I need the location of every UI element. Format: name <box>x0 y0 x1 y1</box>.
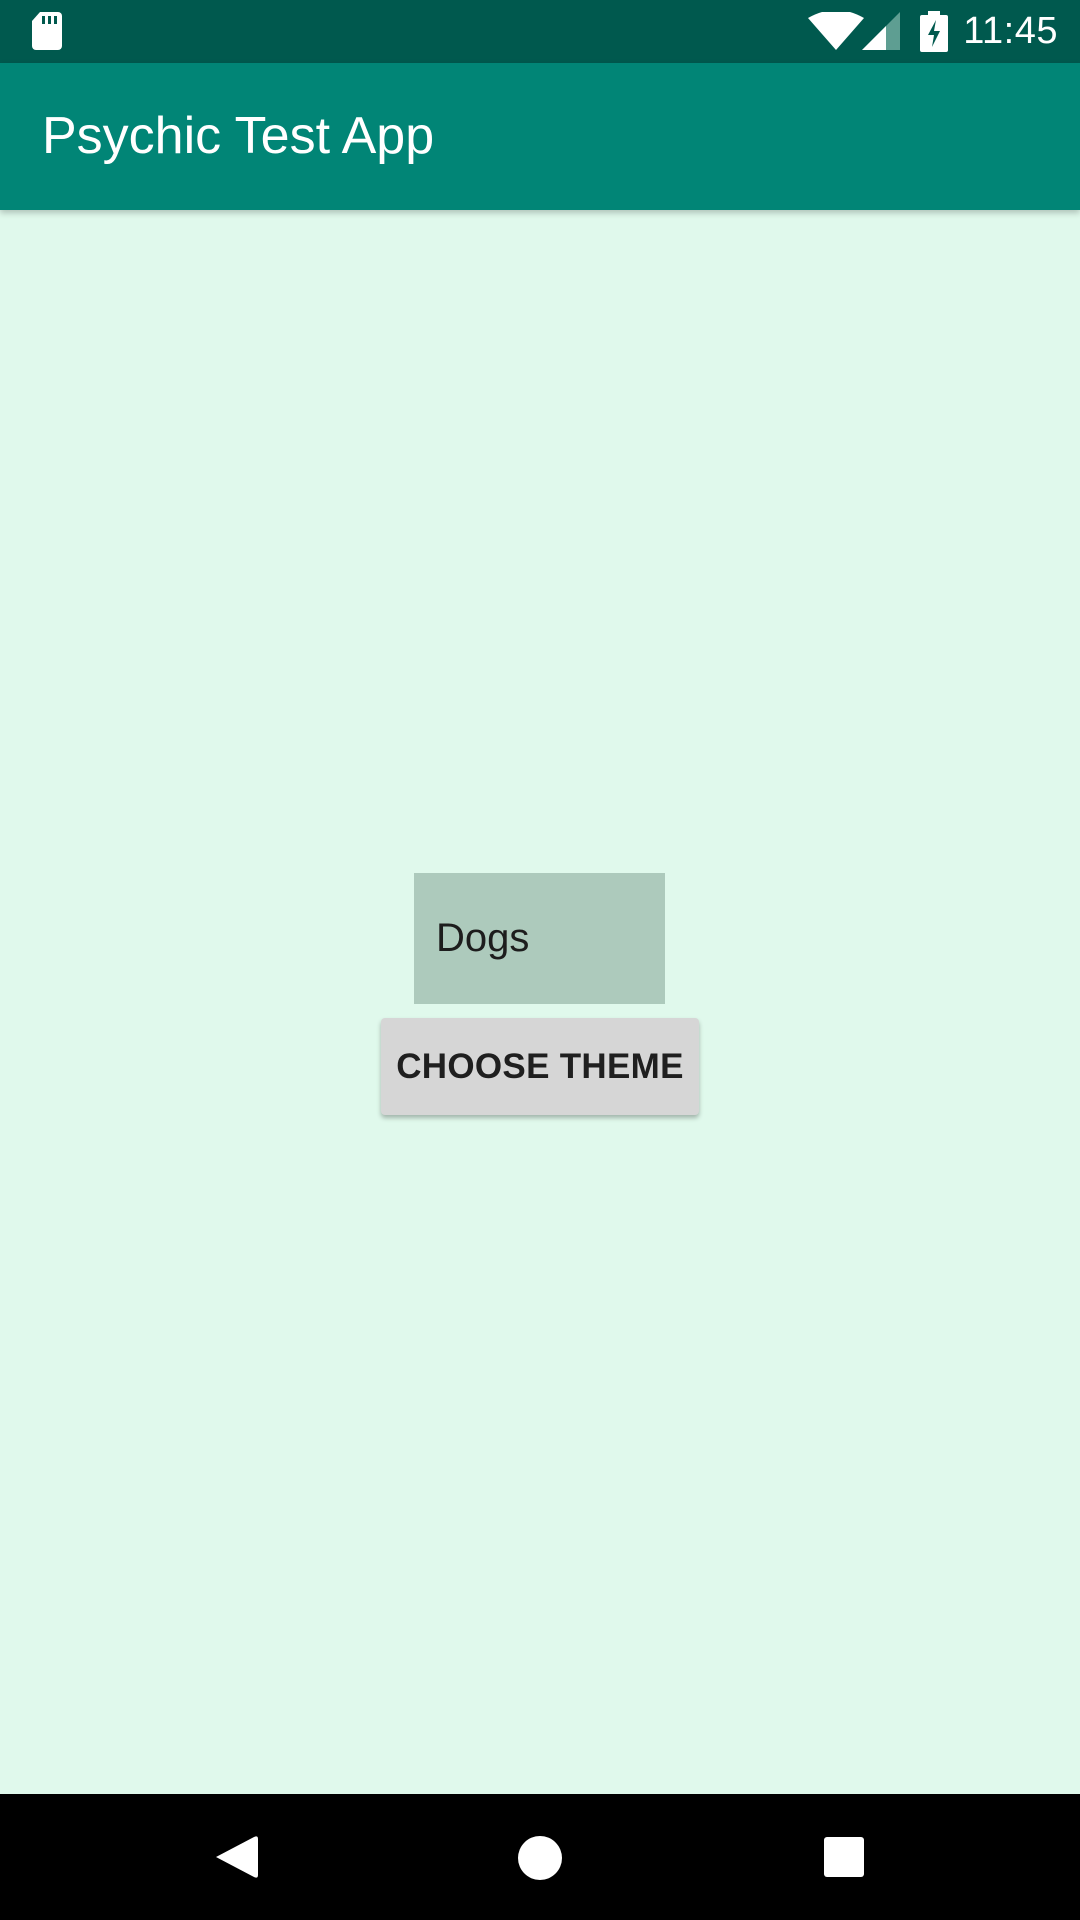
main-content: Dogs CHOOSE THEME <box>0 210 1080 1794</box>
navigation-bar <box>0 1794 1080 1920</box>
theme-value-label: Dogs <box>414 873 665 1004</box>
sd-card-icon <box>32 12 62 50</box>
status-clock: 11:45 <box>963 10 1058 52</box>
recents-icon[interactable] <box>824 1837 864 1877</box>
home-icon[interactable] <box>517 1835 563 1881</box>
choose-theme-button[interactable]: CHOOSE THEME <box>381 1018 699 1115</box>
app-title: Psychic Test App <box>42 107 435 165</box>
signal-icon <box>862 12 900 50</box>
app-bar: Psychic Test App <box>0 63 1080 210</box>
status-bar: 11:45 <box>0 0 1080 63</box>
back-icon[interactable] <box>216 1835 258 1879</box>
wifi-icon <box>808 12 864 50</box>
battery-charging-icon <box>920 11 948 52</box>
